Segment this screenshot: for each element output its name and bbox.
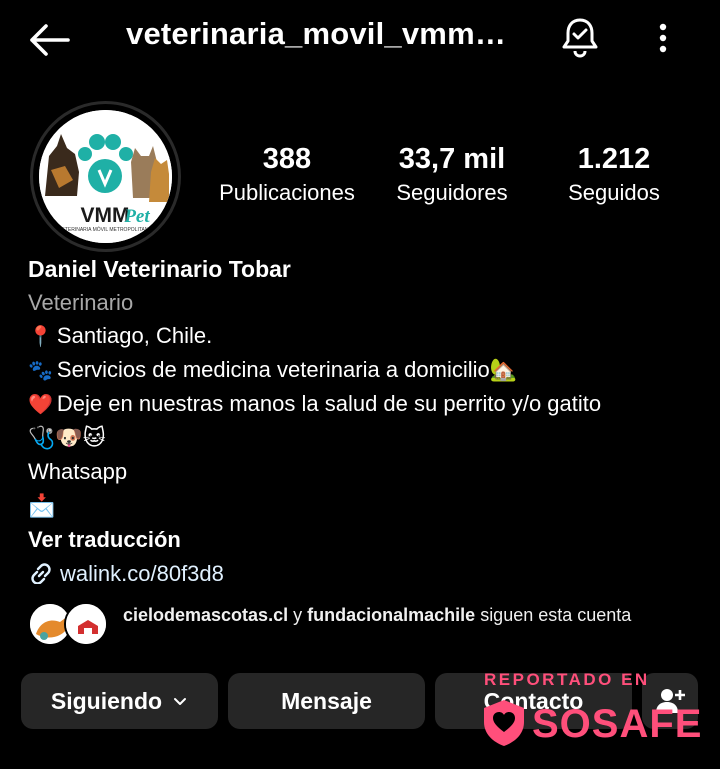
- mutual-followers[interactable]: cielodemascotas.cl y fundacionalmachile …: [28, 600, 708, 656]
- profile-avatar[interactable]: VMM Pet VETERINARIA MÓVIL METROPOLITANA: [30, 101, 181, 252]
- mutual-connector: y: [293, 605, 303, 625]
- stat-posts[interactable]: 388 Publicaciones: [207, 143, 367, 206]
- message-label: Mensaje: [281, 687, 372, 714]
- stat-followers[interactable]: 33,7 mil Seguidores: [372, 143, 532, 206]
- bio-line-inbox: 📩: [28, 491, 708, 525]
- svg-text:VMM: VMM: [81, 204, 130, 227]
- stat-followers-label: Seguidores: [396, 180, 508, 205]
- mutual-user-2[interactable]: fundacionalmachile: [307, 605, 475, 625]
- bio-link[interactable]: walink.co/80f3d8: [28, 559, 708, 593]
- bio-line-text: Servicios de medicina veterinaria a domi…: [56, 357, 518, 382]
- paw-icon: 🐾: [28, 360, 53, 383]
- stat-posts-value: 388: [262, 143, 312, 175]
- bio-line-text: Deje en nuestras manos la salud de su pe…: [56, 391, 602, 416]
- watermark-caption: REPORTADO EN: [484, 670, 650, 689]
- pin-icon: 📍: [28, 326, 53, 349]
- bio-line-care: ❤️ Deje en nuestras manos la salud de su …: [28, 389, 708, 423]
- watermark-brand: SOSAFE: [532, 702, 703, 746]
- profile-name: Daniel Veterinario Tobar: [28, 256, 291, 282]
- svg-text:VETERINARIA MÓVIL METROPOLITAN: VETERINARIA MÓVIL METROPOLITANA: [58, 226, 152, 233]
- stat-followers-value: 33,7 mil: [398, 143, 506, 175]
- bio-line-text: Santiago, Chile.: [56, 323, 213, 348]
- chevron-down-icon: [174, 698, 187, 705]
- mutual-avatar-2: [64, 602, 108, 646]
- profile-username: veterinaria_movil_vmmpet: [126, 16, 506, 51]
- more-vertical-icon[interactable]: [648, 18, 678, 58]
- sosafe-watermark: REPORTADO EN SOSAFE: [480, 670, 710, 750]
- shield-heart-icon: [484, 700, 524, 746]
- bio-line-text: 📩: [28, 493, 56, 518]
- mutual-user-1[interactable]: cielodemascotas.cl: [123, 605, 288, 625]
- translate-link[interactable]: Ver traducción: [28, 525, 708, 559]
- mutual-suffix: siguen esta cuenta: [480, 605, 632, 625]
- heart-icon: ❤️: [28, 394, 53, 417]
- bio-line-services: 🐾 Servicios de medicina veterinaria a dom…: [28, 355, 708, 389]
- message-button[interactable]: Mensaje: [228, 673, 425, 729]
- profile-bio: Daniel Veterinario Tobar Veterinario 📍 Sa…: [28, 254, 708, 593]
- stat-following-label: Seguidos: [568, 180, 660, 205]
- watermark-logo: SOSAFE: [480, 698, 710, 748]
- arrow-left-icon[interactable]: [26, 20, 72, 60]
- stat-following-value: 1.212: [577, 143, 651, 175]
- following-label: Siguiendo: [50, 687, 163, 714]
- bio-line-location: 📍 Santiago, Chile.: [28, 321, 708, 355]
- link-icon: [31, 563, 51, 585]
- stat-following[interactable]: 1.212 Seguidos: [534, 143, 694, 206]
- bio-link-text: walink.co/80f3d8: [60, 561, 224, 586]
- following-button[interactable]: Siguiendo: [21, 673, 218, 729]
- bio-line-text: 🩺🐶🐱: [28, 425, 106, 450]
- top-bar: veterinaria_movil_vmmpet: [0, 0, 720, 80]
- bell-icon[interactable]: [558, 16, 602, 60]
- bio-line-emojis: 🩺🐶🐱: [28, 423, 708, 457]
- vmmpet-logo: VMM Pet VETERINARIA MÓVIL METROPOLITANA: [39, 110, 172, 243]
- mutual-followers-text: cielodemascotas.cl y fundacionalmachile …: [123, 604, 683, 627]
- bio-line-whatsapp: Whatsapp: [28, 457, 708, 491]
- avatar-image: VMM Pet VETERINARIA MÓVIL METROPOLITANA: [39, 110, 172, 243]
- stat-posts-label: Publicaciones: [219, 180, 355, 205]
- bio-line-text: Whatsapp: [28, 459, 128, 484]
- profile-category: Veterinario: [28, 290, 134, 315]
- svg-text:Pet: Pet: [123, 206, 150, 227]
